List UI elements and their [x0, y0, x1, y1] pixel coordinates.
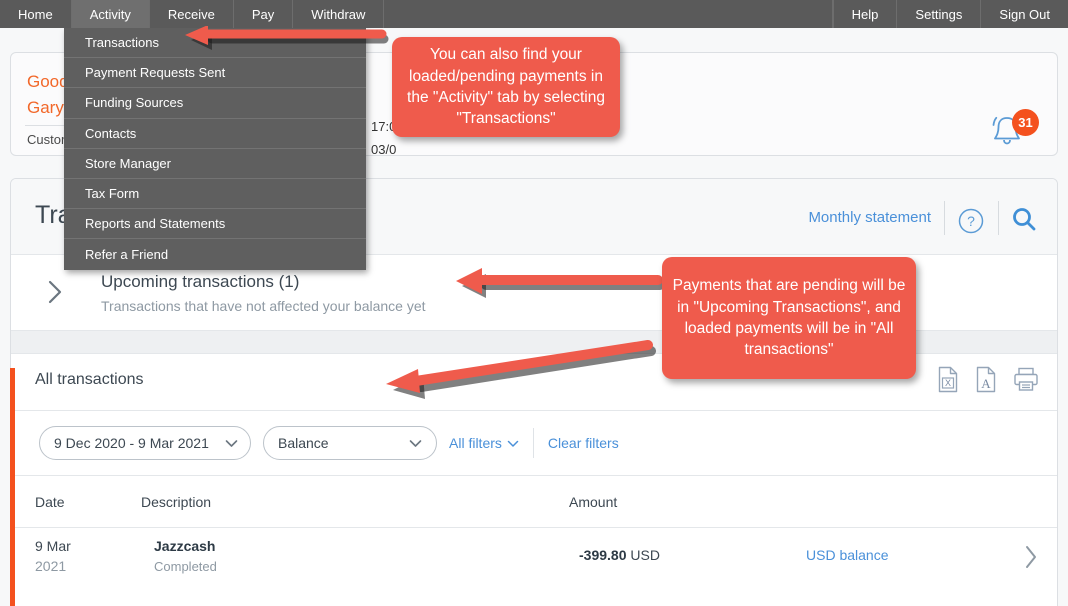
- chevron-down-icon: [209, 435, 238, 451]
- svg-text:A: A: [981, 376, 991, 391]
- dropdown-item-contacts[interactable]: Contacts: [64, 119, 366, 149]
- row-date-year: 2021: [35, 558, 67, 574]
- dropdown-item-funding-sources[interactable]: Funding Sources: [64, 88, 366, 119]
- nav-item-pay[interactable]: Pay: [234, 0, 294, 28]
- callout-activity-tab: You can also find your loaded/pending pa…: [392, 37, 620, 137]
- all-filters-button[interactable]: All filters: [449, 435, 519, 451]
- search-icon: [1013, 208, 1036, 231]
- nav-right-group: Help Settings Sign Out: [832, 0, 1068, 28]
- search-button[interactable]: [1009, 205, 1039, 240]
- type-filter-value: Balance: [278, 435, 329, 451]
- app-root: Home Activity Receive Pay Withdraw Help …: [0, 0, 1068, 606]
- row-date-day: 9 Mar: [35, 538, 71, 554]
- greeting-date: 03/0: [371, 142, 397, 157]
- expand-chevron-icon[interactable]: [44, 277, 66, 312]
- filters-divider: [532, 428, 534, 458]
- nav-item-activity[interactable]: Activity: [71, 0, 150, 28]
- filters-row: 9 Dec 2020 - 9 Mar 2021 Balance All filt…: [11, 411, 1057, 476]
- nav-item-home[interactable]: Home: [0, 0, 72, 28]
- clear-filters-button[interactable]: Clear filters: [548, 435, 619, 451]
- dropdown-item-tax-form[interactable]: Tax Form: [64, 179, 366, 210]
- nav-item-sign-out[interactable]: Sign Out: [980, 0, 1068, 28]
- top-navigation-bar: Home Activity Receive Pay Withdraw Help …: [0, 0, 1068, 28]
- dropdown-item-reports-and-statements[interactable]: Reports and Statements: [64, 209, 366, 240]
- dropdown-item-refer-a-friend[interactable]: Refer a Friend: [64, 239, 366, 269]
- export-icons-group: X A: [937, 366, 1039, 398]
- row-status: Completed: [154, 559, 217, 574]
- dropdown-item-store-manager[interactable]: Store Manager: [64, 149, 366, 179]
- chevron-down-icon: [393, 435, 422, 451]
- notifications-button[interactable]: 31: [987, 109, 1039, 151]
- nav-item-help[interactable]: Help: [832, 0, 897, 28]
- table-header-row: Date Description Amount: [11, 476, 1057, 528]
- chevron-down-icon: [507, 435, 519, 451]
- question-circle-icon: ?: [958, 208, 984, 234]
- row-amount: -399.80 USD: [579, 547, 660, 563]
- nav-item-settings[interactable]: Settings: [896, 0, 980, 28]
- notification-count-badge: 31: [1012, 109, 1039, 136]
- export-pdf-button[interactable]: A: [975, 366, 997, 398]
- nav-left-group: Home Activity Receive Pay Withdraw: [0, 0, 385, 28]
- column-header-amount: Amount: [569, 494, 618, 510]
- annotation-arrow-to-transactions: [185, 26, 389, 50]
- nav-spacer: [384, 0, 833, 28]
- help-button[interactable]: ?: [957, 207, 985, 240]
- upcoming-transactions-subtitle: Transactions that have not affected your…: [101, 298, 426, 314]
- annotation-arrow-to-upcoming: [456, 268, 665, 298]
- all-transactions-label: All transactions: [35, 371, 144, 388]
- nav-item-withdraw[interactable]: Withdraw: [293, 0, 385, 28]
- row-amount-value: -399.80: [579, 547, 627, 563]
- excel-file-icon: X: [938, 366, 958, 393]
- print-button[interactable]: [1013, 366, 1039, 398]
- column-header-description: Description: [141, 494, 212, 510]
- header-divider-2: [998, 201, 999, 235]
- greeting-line-1: Good: [27, 72, 69, 91]
- all-filters-label: All filters: [449, 435, 502, 451]
- annotation-arrow-to-all-transactions: [386, 340, 656, 399]
- callout-pending-payments: Payments that are pending will be in "Up…: [662, 257, 916, 379]
- monthly-statement-link[interactable]: Monthly statement: [808, 209, 931, 226]
- chevron-right-icon: [1026, 546, 1036, 568]
- column-header-date: Date: [35, 494, 65, 510]
- activity-dropdown-menu: Transactions Payment Requests Sent Fundi…: [64, 28, 366, 270]
- date-range-filter[interactable]: 9 Dec 2020 - 9 Mar 2021: [39, 426, 251, 460]
- chevron-right-icon: [48, 280, 62, 304]
- table-row[interactable]: 9 Mar 2021 Jazzcash Completed -399.80 US…: [11, 528, 1057, 590]
- svg-text:X: X: [945, 378, 951, 388]
- dropdown-item-payment-requests-sent[interactable]: Payment Requests Sent: [64, 58, 366, 89]
- row-amount-currency: USD: [630, 547, 660, 563]
- printer-icon: [1014, 367, 1038, 391]
- pdf-file-icon: A: [976, 366, 996, 393]
- upcoming-transactions-title: Upcoming transactions (1): [101, 272, 300, 291]
- row-balance-link[interactable]: USD balance: [806, 547, 889, 563]
- nav-item-receive[interactable]: Receive: [150, 0, 234, 28]
- export-excel-button[interactable]: X: [937, 366, 959, 398]
- type-filter[interactable]: Balance: [263, 426, 437, 460]
- date-range-value: 9 Dec 2020 - 9 Mar 2021: [54, 435, 209, 451]
- section-highlight-bar: [10, 368, 15, 606]
- svg-text:?: ?: [967, 213, 975, 229]
- row-description: Jazzcash: [154, 538, 216, 554]
- header-divider-1: [944, 201, 945, 235]
- row-expand-button[interactable]: [1021, 540, 1041, 579]
